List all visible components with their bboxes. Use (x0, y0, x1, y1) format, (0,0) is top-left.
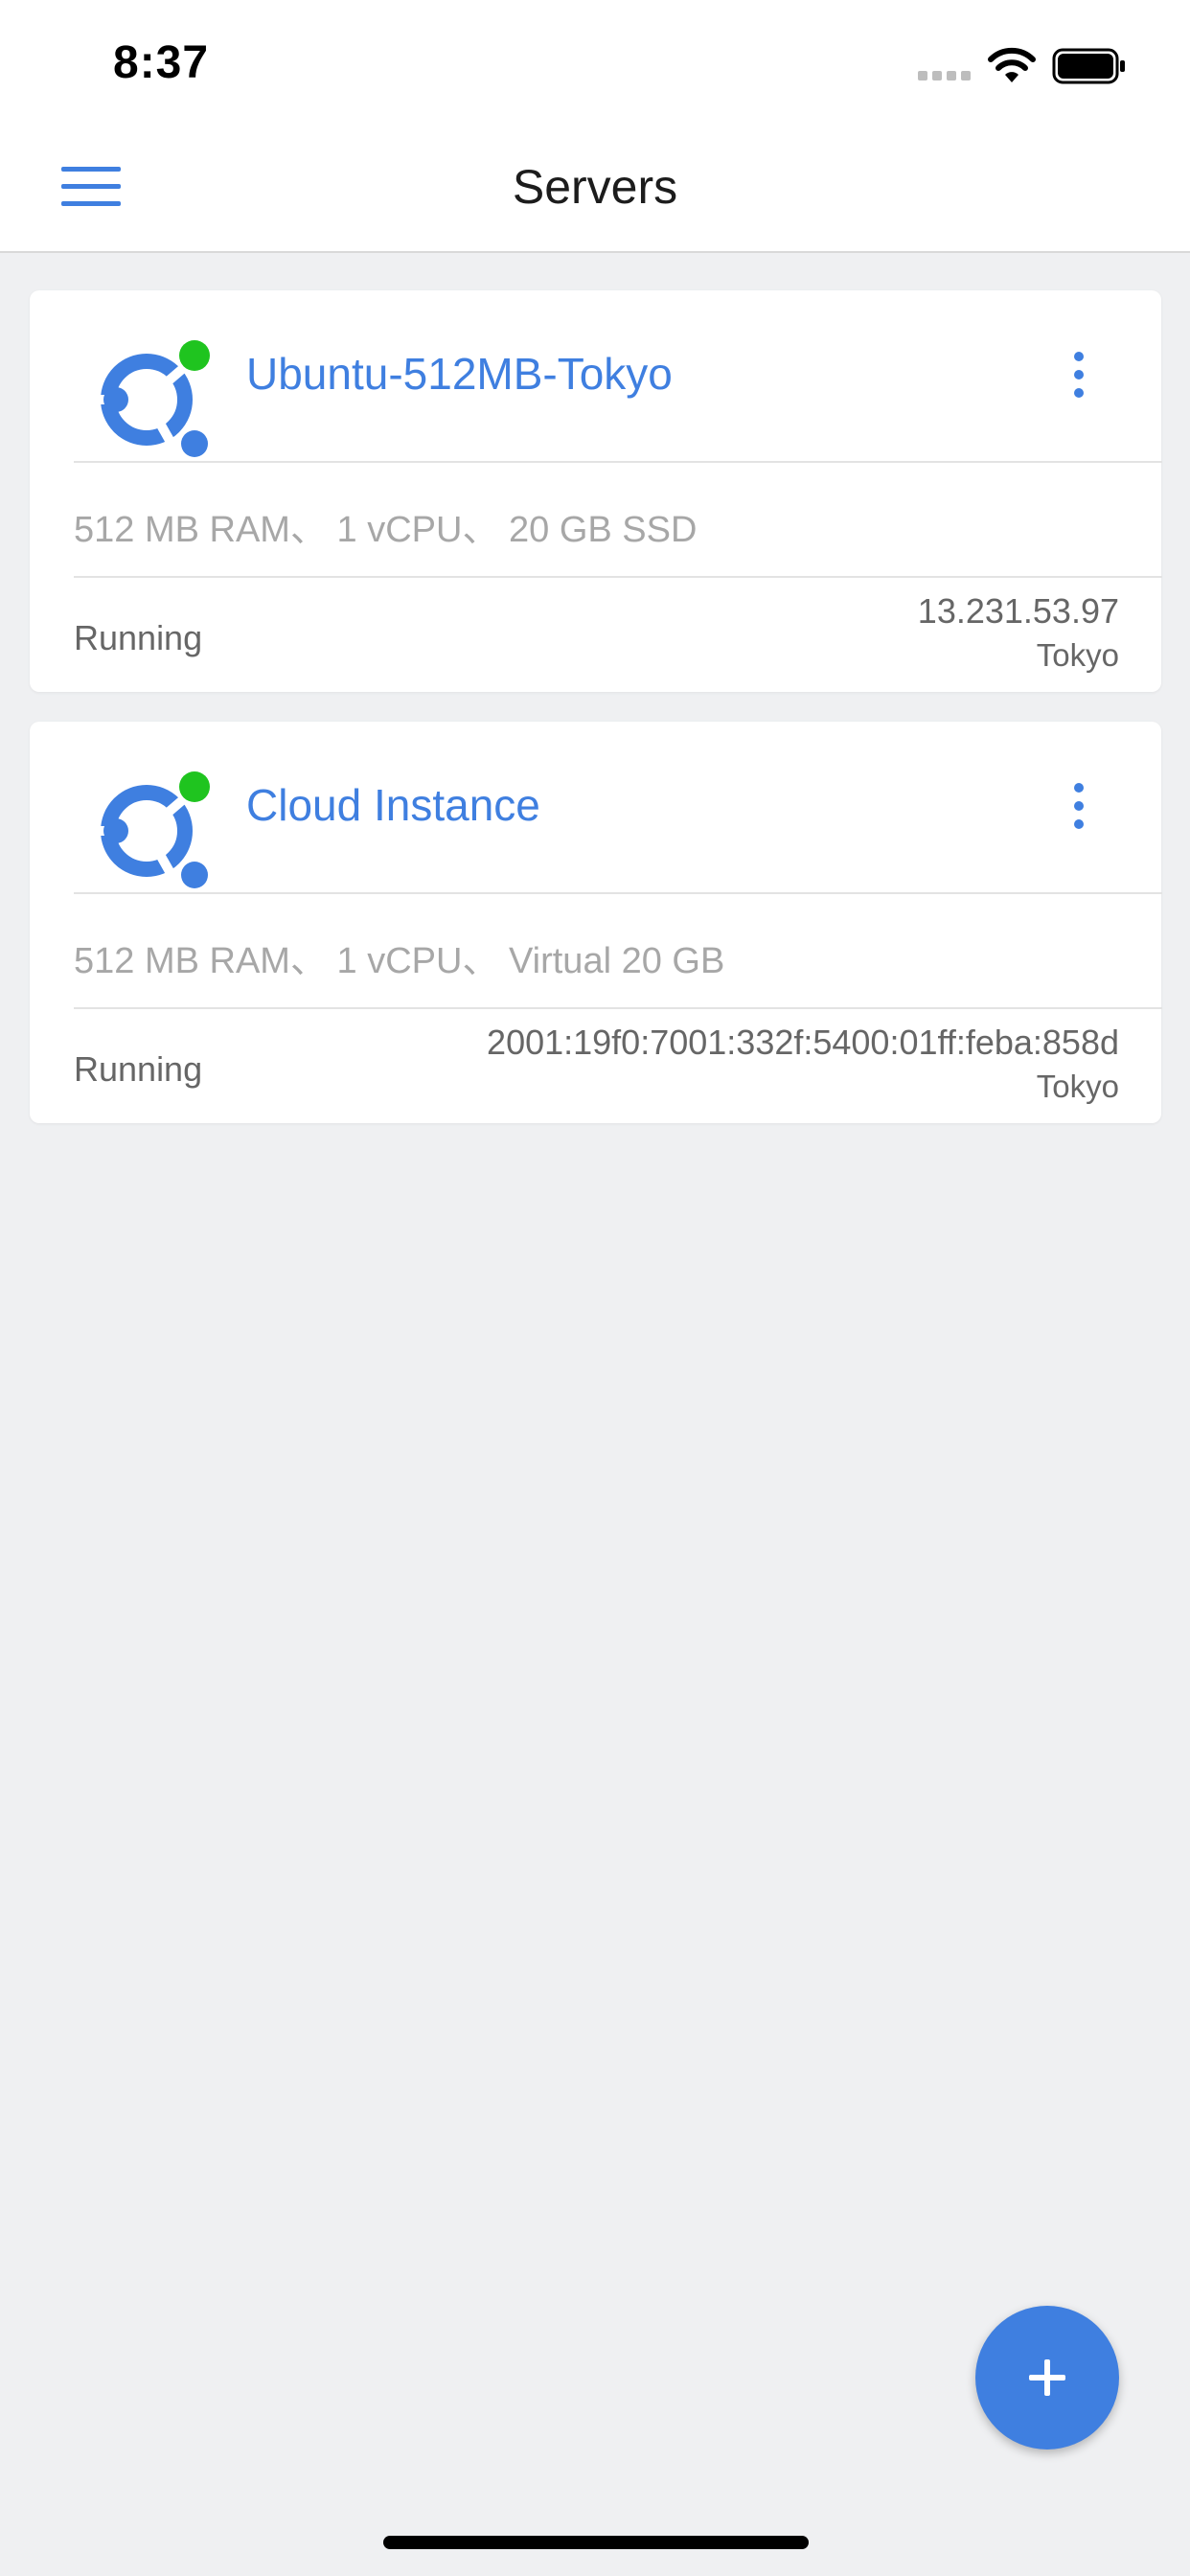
add-server-button[interactable] (975, 2306, 1119, 2450)
more-options-icon[interactable] (1064, 779, 1093, 837)
server-name[interactable]: Ubuntu-512MB-Tokyo (246, 348, 673, 400)
home-indicator (383, 2536, 809, 2549)
navigation-bar: Servers (0, 126, 1190, 253)
divider (74, 892, 1162, 894)
online-indicator (179, 771, 210, 802)
ubuntu-icon (99, 340, 210, 457)
divider (74, 461, 1162, 463)
plus-icon (1029, 2359, 1065, 2396)
server-ip-address: 2001:19f0:7001:332f:5400:01ff:feba:858d (487, 1023, 1119, 1062)
status-bar: 8:37 (0, 0, 1190, 126)
server-ip-address: 13.231.53.97 (917, 591, 1119, 631)
server-card[interactable]: Cloud Instance 512 MB RAM、 1 vCPU、 Virtu… (30, 722, 1162, 1123)
more-options-icon[interactable] (1064, 348, 1093, 405)
divider (74, 576, 1162, 578)
server-location: Tokyo (1036, 637, 1119, 673)
wifi-icon (988, 47, 1036, 82)
server-specs: 512 MB RAM、 1 vCPU、 Virtual 20 GB (74, 941, 725, 981)
page-title: Servers (512, 160, 678, 214)
online-indicator (179, 340, 210, 371)
cellular-signal-icon (918, 71, 975, 80)
server-specs: 512 MB RAM、 1 vCPU、 20 GB SSD (74, 510, 698, 550)
ubuntu-icon (99, 771, 210, 888)
server-status: Running (74, 1049, 203, 1089)
server-status: Running (74, 618, 203, 657)
status-time: 8:37 (113, 37, 210, 88)
server-card[interactable]: Ubuntu-512MB-Tokyo 512 MB RAM、 1 vCPU、 2… (30, 290, 1162, 692)
divider (74, 1007, 1162, 1009)
server-name[interactable]: Cloud Instance (246, 779, 540, 831)
server-location: Tokyo (1036, 1069, 1119, 1104)
battery-icon (1052, 48, 1125, 84)
